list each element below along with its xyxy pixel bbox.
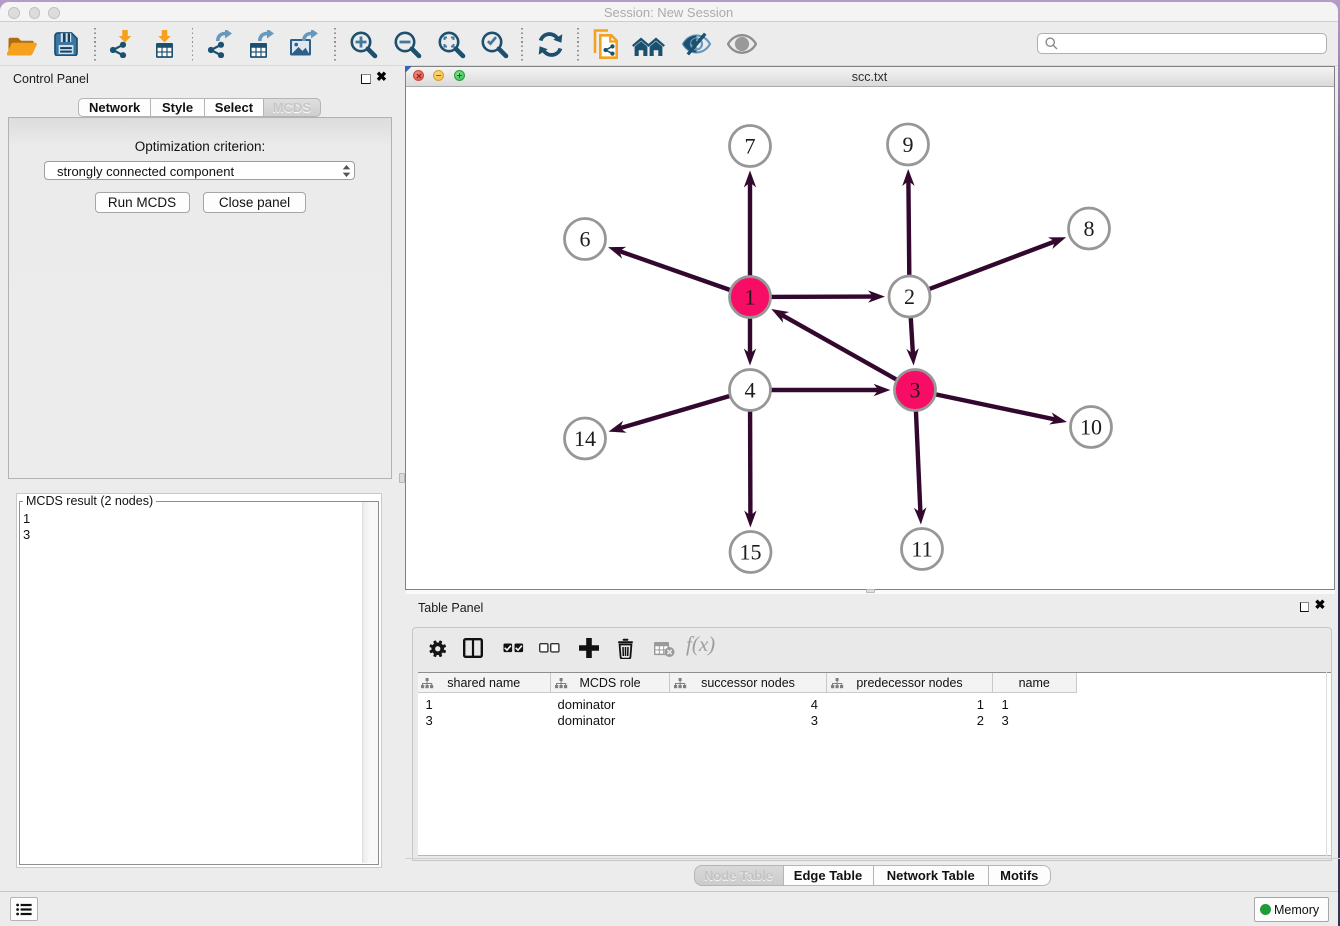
svg-text:7: 7 <box>745 134 756 159</box>
svg-text:9: 9 <box>903 132 914 157</box>
svg-text:15: 15 <box>740 540 762 565</box>
svg-text:11: 11 <box>911 537 932 562</box>
svg-text:3: 3 <box>910 378 921 403</box>
svg-text:4: 4 <box>745 378 756 403</box>
svg-text:2: 2 <box>904 284 915 309</box>
svg-text:10: 10 <box>1080 415 1102 440</box>
svg-text:6: 6 <box>580 227 591 252</box>
svg-text:14: 14 <box>574 426 596 451</box>
svg-text:8: 8 <box>1084 216 1095 241</box>
svg-text:1: 1 <box>745 285 756 310</box>
